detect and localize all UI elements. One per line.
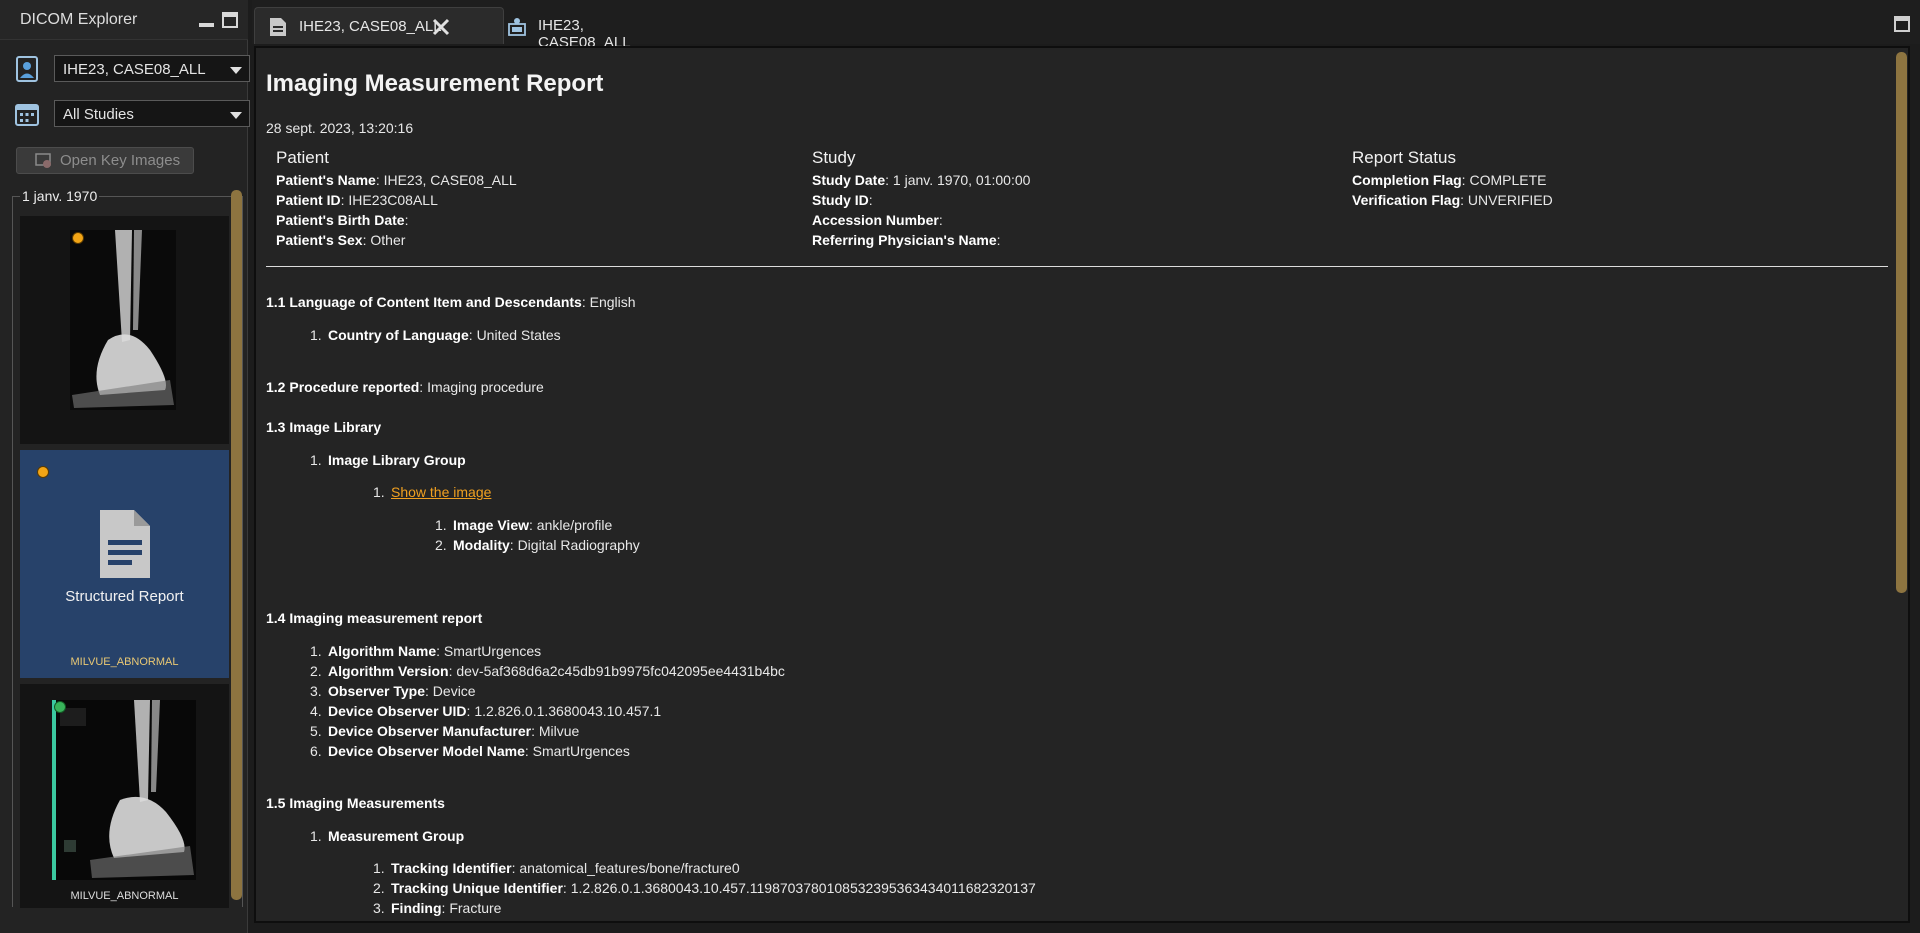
document-icon (100, 510, 150, 578)
list-item: 1. Algorithm Name: SmartUrgences (310, 643, 542, 659)
xray-image (70, 230, 176, 410)
chevron-down-icon (230, 67, 242, 74)
patient-sex-row: Patient's Sex: Other (276, 232, 406, 248)
tab-report[interactable]: IHE23, CASE08_ALL (254, 7, 504, 44)
study-heading: Study (812, 148, 856, 167)
study-date-row: Study Date: 1 janv. 1970, 01:00:00 (812, 172, 1031, 188)
section-1-5: 1.5 Imaging Measurements (266, 795, 445, 811)
list-item: 2. Tracking Unique Identifier: 1.2.826.0.… (373, 880, 1036, 896)
list-item: 1. Image View: ankle/profile (435, 517, 613, 533)
patient-select[interactable]: IHE23, CASE08_ALL (54, 55, 250, 82)
calendar-icon (15, 104, 39, 126)
dicom-explorer-panel: DICOM Explorer IHE23, CASE08_ALL All Stu… (0, 0, 250, 933)
xray-image (52, 700, 196, 880)
chevron-down-icon (230, 112, 242, 119)
divider (266, 266, 1888, 267)
series-date: 1 janv. 1970 (20, 188, 100, 204)
explorer-title: DICOM Explorer (20, 11, 138, 28)
show-image-link[interactable]: Show the image (391, 484, 491, 500)
minimize-icon[interactable] (198, 12, 214, 28)
patient-select-value: IHE23, CASE08_ALL (63, 61, 206, 78)
section-1-4: 1.4 Imaging measurement report (266, 610, 483, 626)
series-label: MILVUE_ABNORMAL (70, 656, 179, 668)
patient-birth-row: Patient's Birth Date: (276, 212, 409, 228)
tab-viewer[interactable]: IHE23, CASE08_ALL (494, 7, 676, 51)
physician-row: Referring Physician's Name: (812, 232, 1001, 248)
list-item: 5. Device Observer Manufacturer: Milvue (310, 723, 580, 739)
study-id-row: Study ID: (812, 192, 873, 208)
thumbnail-structured-report[interactable]: Structured Report MILVUE_ABNORMAL (20, 450, 229, 678)
open-key-images-label: Open Key Images (60, 152, 181, 169)
open-key-images-button[interactable]: Open Key Images (16, 147, 194, 174)
close-icon[interactable] (431, 17, 451, 37)
key-images-icon (35, 153, 51, 168)
maximize-icon[interactable] (1894, 16, 1910, 32)
study-info: Study Study Date: 1 janv. 1970, 01:00:00… (812, 148, 1332, 250)
list-item: 6. Device Observer Model Name: SmartUrgen… (310, 743, 630, 759)
status-marker (72, 232, 84, 244)
report-date: 28 sept. 2023, 13:20:16 (266, 120, 414, 136)
status-marker (37, 466, 49, 478)
patient-id-row: Patient ID: IHE23C08ALL (276, 192, 438, 208)
viewer-icon (508, 18, 526, 36)
completion-row: Completion Flag: COMPLETE (1352, 172, 1547, 188)
section-1-2: 1.2 Procedure reported: Imaging procedur… (266, 379, 544, 395)
studies-select[interactable]: All Studies (54, 100, 250, 127)
maximize-icon[interactable] (222, 12, 238, 28)
list-item: 1. Show the image (373, 484, 492, 500)
section-1-3: 1.3 Image Library (266, 419, 382, 435)
studies-selector-row: All Studies (14, 100, 250, 128)
patient-info: Patient Patient's Name: IHE23, CASE08_AL… (276, 148, 796, 250)
studies-select-value: All Studies (63, 106, 134, 123)
tab-label: IHE23, CASE08_ALL (299, 18, 442, 35)
structured-report-title: Structured Report (65, 588, 184, 605)
report-scrollbar[interactable] (1896, 52, 1907, 593)
status-marker (54, 701, 66, 713)
explorer-scrollbar[interactable] (231, 190, 242, 900)
patient-selector-row: IHE23, CASE08_ALL (14, 55, 250, 83)
series-label: MILVUE_ABNORMAL (70, 890, 179, 902)
document-icon (270, 18, 286, 36)
report-title: Imaging Measurement Report (266, 70, 604, 97)
list-item: 1. Measurement Group (310, 828, 465, 844)
list-item: 1. Image Library Group (310, 452, 466, 468)
status-heading: Report Status (1352, 148, 1456, 167)
thumbnail-xray-2[interactable]: MILVUE_ABNORMAL (20, 684, 229, 908)
section-1-1: 1.1 Language of Content Item and Descend… (266, 294, 636, 310)
thumbnail-xray-1[interactable] (20, 216, 229, 444)
report-status-info: Report Status Completion Flag: COMPLETE … (1352, 148, 1872, 210)
patient-heading: Patient (276, 148, 329, 167)
report-viewer: Imaging Measurement Report 28 sept. 2023… (254, 46, 1910, 923)
list-item: 3. Observer Type: Device (310, 683, 476, 699)
verification-row: Verification Flag: UNVERIFIED (1352, 192, 1553, 208)
list-item: 2. Modality: Digital Radiography (435, 537, 640, 553)
list-item: 2. Algorithm Version: dev-5af368d6a2c45db… (310, 663, 785, 679)
patient-name-row: Patient's Name: IHE23, CASE08_ALL (276, 172, 517, 188)
explorer-header: DICOM Explorer (0, 0, 248, 40)
list-item: 1. Country of Language: United States (310, 327, 561, 343)
list-item: 3. Finding: Fracture (373, 900, 502, 916)
list-item: 4. Device Observer UID: 1.2.826.0.1.36800… (310, 703, 662, 719)
patient-icon (16, 56, 38, 82)
list-item: 1. Tracking Identifier: anatomical_featur… (373, 860, 740, 876)
accession-row: Accession Number: (812, 212, 943, 228)
